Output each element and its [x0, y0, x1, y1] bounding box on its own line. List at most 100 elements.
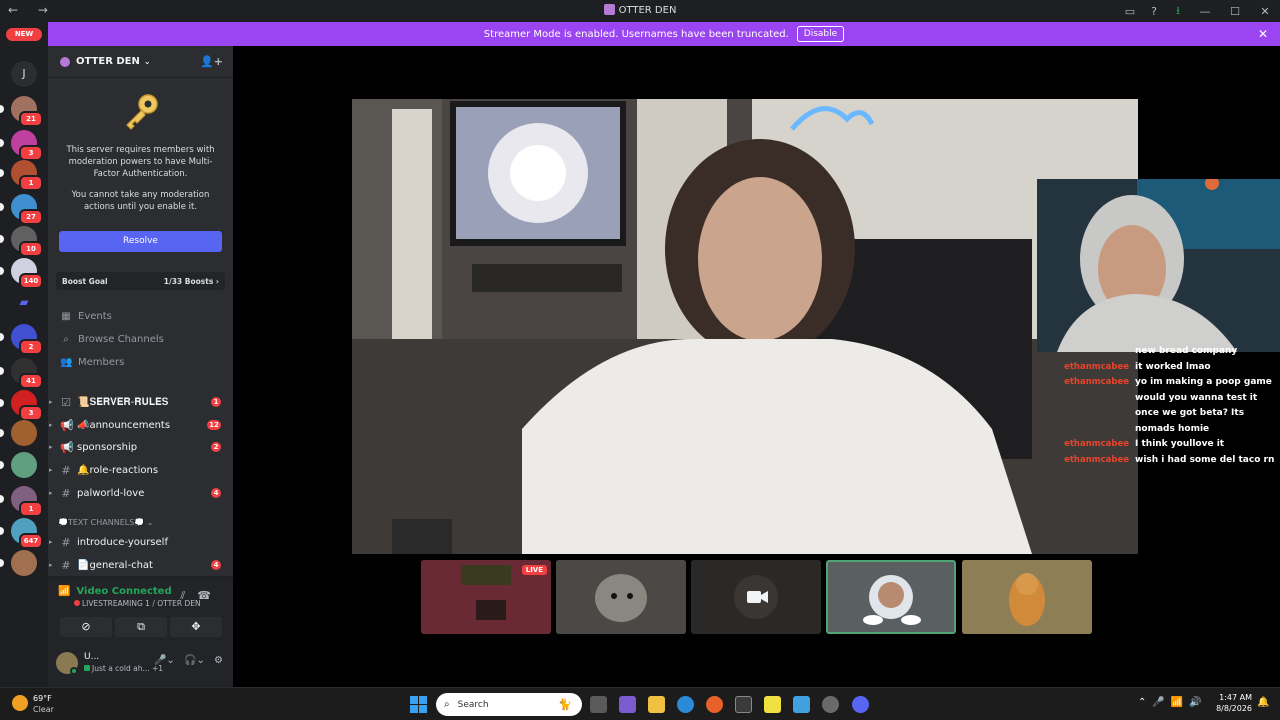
mfa-notice: This server requires members with modera… — [48, 90, 233, 213]
channel-name: introduce-yourself — [77, 536, 168, 548]
nav-browse-channels[interactable]: ⌕ Browse Channels — [60, 334, 164, 345]
live-badge: LIVE — [521, 565, 547, 575]
thumb-participant-video[interactable] — [691, 560, 821, 634]
webcam-image — [1037, 179, 1280, 352]
thumb-stream-game[interactable]: LIVE — [421, 560, 551, 634]
participant-avatar-image — [828, 562, 954, 632]
main-stream-video[interactable] — [352, 99, 1138, 554]
server-icon[interactable]: 1 — [0, 160, 43, 191]
mention-badge: 1 — [19, 501, 43, 517]
mention-badge: 41 — [19, 373, 43, 389]
nav-events[interactable]: ▦ Events — [60, 311, 112, 322]
discord-icon[interactable] — [852, 696, 869, 713]
window-title: OTTER DEN — [0, 4, 1280, 16]
resolve-button[interactable]: Resolve — [59, 231, 222, 252]
mention-badge: 140 — [19, 273, 43, 289]
close-button[interactable]: ✕ — [1250, 5, 1280, 18]
notification-bell-icon[interactable]: 🔔 — [1257, 697, 1269, 708]
server-icon[interactable]: 1 — [0, 486, 43, 517]
server-icon[interactable]: 140 — [0, 258, 43, 289]
user-controls: 🎤⌄ 🎧⌄ ⚙ — [148, 655, 223, 666]
channel-item[interactable]: ▸ 📢 sponsorship 2 — [48, 437, 233, 457]
noise-suppression-icon[interactable]: ⫽ — [180, 589, 197, 602]
channel-badge: 1 — [211, 397, 221, 407]
server-icon[interactable] — [0, 420, 37, 446]
voice-status[interactable]: 📶 Video Connected — [58, 586, 172, 597]
server-icon[interactable]: 10 — [0, 226, 43, 257]
chat-username: ethanmcabee — [1064, 439, 1129, 449]
thumb-participant-seal[interactable] — [556, 560, 686, 634]
server-icon[interactable]: 647 — [0, 518, 43, 549]
server-j[interactable]: J — [11, 61, 37, 87]
mention-badge: 647 — [19, 533, 43, 549]
channel-item[interactable]: ▸ # palworld-love 4 — [48, 483, 233, 503]
boost-goal[interactable]: Boost Goal 1/33 Boosts › — [56, 272, 225, 290]
mfa-text-2: You cannot take any moderation actions u… — [71, 190, 210, 212]
firefox-icon[interactable] — [706, 696, 723, 713]
category-text-channels[interactable]: 💭TEXT CHANNELS💭 ⌄ — [58, 518, 154, 527]
camera-off-button[interactable]: ⊘ — [60, 617, 112, 637]
chat-text: it worked lmao — [1135, 361, 1211, 372]
channel-badge: 2 — [211, 442, 221, 452]
server-icon[interactable]: 3 — [0, 130, 43, 161]
chat-message: ethanmcabee it worked lmao — [1063, 360, 1280, 376]
disable-button[interactable]: Disable — [796, 26, 845, 42]
server-icon[interactable]: 21 — [0, 96, 43, 127]
server-header[interactable]: OTTER DEN ⌄ 👤+ — [48, 46, 233, 78]
download-icon[interactable]: ⭳ — [1166, 2, 1190, 21]
thumb-participant-selected[interactable] — [826, 560, 956, 634]
thumb-participant-tiger[interactable] — [962, 560, 1092, 634]
steam-icon[interactable] — [822, 696, 839, 713]
stream-stage: new bread company ethanmcabee it worked lm… — [233, 46, 1280, 687]
user-panel: U... Just a cold ah... +1 🎤⌄ 🎧⌄ ⚙ — [48, 646, 233, 687]
channel-item[interactable]: ▸ # 🔔role-reactions — [48, 460, 233, 480]
settings-gear-icon[interactable]: ⚙ — [214, 655, 223, 666]
expand-arrow-icon: ▸ — [49, 398, 53, 406]
channel-item[interactable]: ▸ 📢 📣announcements 12 — [48, 415, 233, 435]
activities-button[interactable]: ✥ — [170, 617, 222, 637]
banner-close-icon[interactable]: ✕ — [1258, 27, 1268, 41]
mention-badge: 3 — [19, 145, 43, 161]
notepad-icon[interactable] — [793, 696, 810, 713]
windows-start-icon[interactable] — [410, 696, 427, 713]
members-icon: 👥 — [60, 357, 73, 368]
screen-share-button[interactable]: ⧉ — [115, 617, 167, 637]
nav-members-label: Members — [78, 357, 125, 368]
edge-browser-icon[interactable] — [677, 696, 694, 713]
inbox-icon[interactable]: ▭ — [1118, 5, 1142, 18]
channel-type-icon: ☑ — [61, 395, 71, 409]
server-icon[interactable]: 41 — [0, 358, 43, 389]
channel-item[interactable]: ▸ ☑ 📜𝐒𝐄𝐑𝐕𝐄𝐑-𝐑𝐔𝐋𝐄𝐒 1 — [48, 392, 233, 412]
file-explorer-icon[interactable] — [648, 696, 665, 713]
channel-item[interactable]: ▸ # introduce-yourself — [48, 532, 233, 552]
server-icon[interactable] — [0, 550, 37, 576]
taskbar-clock[interactable]: 1:47 AM 8/8/2026 — [1210, 692, 1252, 714]
server-logo-icon — [603, 4, 615, 15]
minimize-button[interactable]: — — [1190, 5, 1220, 18]
server-name: OTTER DEN — [76, 56, 140, 67]
channel-type-icon: # — [61, 535, 71, 549]
task-view-icon[interactable] — [590, 696, 607, 713]
channel-item[interactable]: ▸ # 📄general-chat 4 — [48, 555, 233, 575]
folder-icon[interactable]: ▰ — [11, 289, 37, 315]
server-glyph-icon — [60, 56, 70, 67]
microphone-icon[interactable]: 🎤⌄ — [154, 655, 175, 666]
sticky-notes-icon[interactable] — [764, 696, 781, 713]
copilot-icon[interactable] — [619, 696, 636, 713]
expand-arrow-icon: ▸ — [49, 443, 53, 451]
banner-message: Streamer Mode is enabled. Usernames have… — [483, 28, 789, 40]
server-icon[interactable]: 27 — [0, 194, 43, 225]
add-friend-icon[interactable]: 👤+ — [200, 55, 223, 68]
headphones-icon[interactable]: 🎧⌄ — [184, 655, 205, 666]
channel-type-icon: 📢 — [60, 440, 74, 454]
nav-members[interactable]: 👥 Members — [60, 357, 124, 368]
taskbar-search[interactable]: ⌕ Search 🐈 — [436, 693, 582, 716]
maximize-button[interactable]: ☐ — [1220, 5, 1250, 18]
server-icon[interactable]: 3 — [0, 390, 43, 421]
system-tray[interactable]: ⌃🎤📶🔊 — [1138, 697, 1208, 708]
server-icon[interactable] — [0, 452, 37, 478]
help-icon[interactable]: ? — [1142, 5, 1166, 18]
disconnect-icon[interactable]: ☎ — [197, 589, 223, 602]
server-icon[interactable]: 2 — [0, 324, 43, 355]
store-icon[interactable] — [735, 696, 752, 713]
